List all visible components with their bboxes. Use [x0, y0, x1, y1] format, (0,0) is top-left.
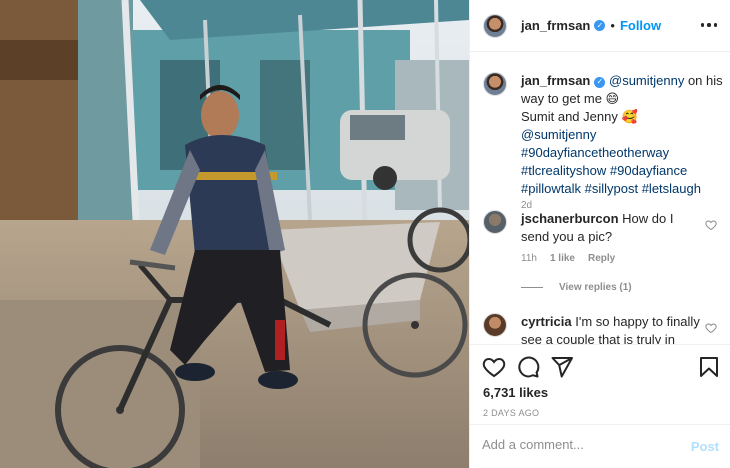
comment-text: cyrtricia I'm so happy to finally see a …: [521, 313, 701, 344]
hashtag[interactable]: #letslaugh: [642, 181, 701, 196]
comment-meta: 11h 1 like Reply: [521, 253, 615, 264]
reply-button[interactable]: Reply: [588, 253, 615, 264]
comment-likes[interactable]: 1 like: [550, 253, 575, 264]
view-replies-button[interactable]: View replies (1): [521, 282, 632, 293]
add-comment-bar: Post: [470, 424, 730, 468]
hashtag[interactable]: #tlcrealityshow: [521, 163, 606, 178]
follow-button[interactable]: Follow: [620, 18, 661, 33]
comments-list[interactable]: jan_frmsan ✓ @sumitjenny on his way to ge…: [470, 53, 730, 344]
hashtag[interactable]: #90dayfiance: [610, 163, 687, 178]
comment-icon[interactable]: [516, 355, 540, 379]
commenter-avatar[interactable]: [483, 313, 507, 337]
caption-avatar[interactable]: [483, 72, 507, 96]
caption-mention[interactable]: @sumitjenny: [609, 73, 684, 88]
verified-badge-icon: ✓: [594, 76, 606, 88]
caption-text: jan_frmsan ✓ @sumitjenny on his way to ge…: [521, 72, 726, 198]
post-comment-button[interactable]: Post: [691, 439, 719, 454]
hashtag[interactable]: #sillypost: [585, 181, 638, 196]
commenter-username[interactable]: cyrtricia: [521, 314, 572, 329]
post-image: [0, 0, 469, 468]
verified-badge-icon: ✓: [594, 20, 606, 31]
post-photo[interactable]: [0, 0, 469, 468]
hashtag[interactable]: #90dayfiancetheotherway: [521, 145, 669, 160]
comment-item: cyrtricia I'm so happy to finally see a …: [483, 313, 723, 344]
post-side-panel: jan_frmsan ✓ • Follow jan_frmsan ✓ @sumit…: [469, 0, 730, 468]
share-icon[interactable]: [550, 355, 574, 379]
commenter-avatar[interactable]: [483, 210, 507, 234]
caption-mention-2[interactable]: @sumitjenny: [521, 127, 596, 142]
comment-item: jschanerburcon How do I send you a pic? …: [483, 210, 723, 310]
author-avatar[interactable]: [483, 13, 507, 38]
more-options-icon[interactable]: [699, 17, 719, 33]
replies-divider: [521, 287, 543, 288]
caption-line-2: Sumit and Jenny 🥰: [521, 109, 638, 124]
author-username[interactable]: jan_frmsan: [521, 18, 590, 33]
commenter-username[interactable]: jschanerburcon: [521, 211, 619, 226]
comment-like-icon[interactable]: [705, 322, 717, 334]
comment-text: jschanerburcon How do I send you a pic?: [521, 210, 701, 246]
caption-username[interactable]: jan_frmsan: [521, 73, 590, 88]
hashtag[interactable]: #pillowtalk: [521, 181, 581, 196]
heart-icon[interactable]: [482, 355, 506, 379]
bookmark-icon[interactable]: [697, 355, 721, 379]
view-replies-label: View replies (1): [559, 282, 632, 293]
comment-like-icon[interactable]: [705, 219, 717, 231]
post-header: jan_frmsan ✓ • Follow: [470, 0, 730, 52]
likes-count[interactable]: 6,731 likes: [483, 385, 548, 400]
add-comment-input[interactable]: [482, 437, 672, 452]
header-separator: •: [610, 18, 615, 33]
post-date[interactable]: 2 DAYS AGO: [483, 408, 539, 418]
comment-time[interactable]: 11h: [521, 253, 537, 264]
